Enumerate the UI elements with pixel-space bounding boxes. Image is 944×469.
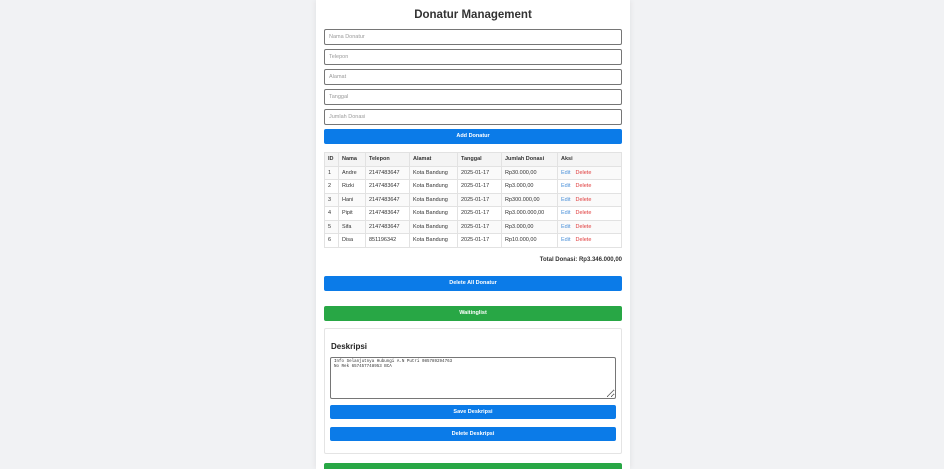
deskripsi-panel: Deskripsi Info Selanjutnya Hubungi A.N P… xyxy=(324,328,622,454)
cell-telepon: 2147483647 xyxy=(365,206,410,221)
table-row: 3 Hani 2147483647 Kota Bandung 2025-01-1… xyxy=(324,192,622,207)
header-id: ID xyxy=(324,152,339,167)
cell-jumlah: Rp10.000,00 xyxy=(501,233,558,248)
cell-jumlah: Rp30.000,00 xyxy=(501,165,558,180)
waitinglist-button[interactable]: Waitinglist xyxy=(324,306,622,321)
total-donasi: Total Donasi: Rp3.346.000,00 xyxy=(539,257,622,263)
cell-nama: Rizki xyxy=(338,179,366,194)
table-row: 4 Pipit 2147483647 Kota Bandung 2025-01-… xyxy=(324,206,622,221)
delete-link[interactable]: Delete xyxy=(575,197,591,203)
cell-id: 2 xyxy=(324,179,339,194)
table-row: 2 Rizki 2147483647 Kota Bandung 2025-01-… xyxy=(324,179,622,194)
header-alamat: Alamat xyxy=(409,152,458,167)
page-title: Donatur Management xyxy=(414,9,532,21)
cell-tanggal: 2025-01-17 xyxy=(457,165,502,180)
cell-aksi: Edit Delete xyxy=(557,179,622,194)
cell-tanggal: 2025-01-17 xyxy=(457,219,502,234)
cell-tanggal: 2025-01-17 xyxy=(457,192,502,207)
cell-alamat: Kota Bandung xyxy=(409,233,458,248)
edit-link[interactable]: Edit xyxy=(561,237,570,243)
header-nama: Nama xyxy=(338,152,366,167)
header-jumlah-donasi: Jumlah Donasi xyxy=(501,152,558,167)
deskripsi-title: Deskripsi xyxy=(331,342,368,351)
cell-nama: Hani xyxy=(338,192,366,207)
cell-telepon: 2147483647 xyxy=(365,192,410,207)
delete-link[interactable]: Delete xyxy=(575,210,591,216)
donatur-table: ID Nama Telepon Alamat Tanggal Jumlah Do… xyxy=(324,152,622,248)
tanggal-input[interactable] xyxy=(324,89,622,105)
donatur-card: Donatur Management Add Donatur ID Nama T… xyxy=(316,0,630,469)
cell-aksi: Edit Delete xyxy=(557,219,622,234)
cell-id: 3 xyxy=(324,192,339,207)
cell-nama: Andre xyxy=(338,165,366,180)
cell-jumlah: Rp300.000,00 xyxy=(501,192,558,207)
delete-link[interactable]: Delete xyxy=(575,237,591,243)
cell-jumlah: Rp3.000,00 xyxy=(501,179,558,194)
cell-alamat: Kota Bandung xyxy=(409,179,458,194)
cell-aksi: Edit Delete xyxy=(557,233,622,248)
save-deskripsi-button[interactable]: Save Deskripsi xyxy=(330,405,616,419)
nama-donatur-input[interactable] xyxy=(324,29,622,45)
cell-jumlah: Rp3.000,00 xyxy=(501,219,558,234)
bottom-green-button[interactable] xyxy=(324,463,622,469)
cell-alamat: Kota Bandung xyxy=(409,206,458,221)
telepon-input[interactable] xyxy=(324,49,622,65)
cell-telepon: 851196342 xyxy=(365,233,410,248)
table-row: 1 Andre 2147483647 Kota Bandung 2025-01-… xyxy=(324,165,622,180)
cell-nama: Pipit xyxy=(338,206,366,221)
cell-telepon: 2147483647 xyxy=(365,165,410,180)
cell-telepon: 2147483647 xyxy=(365,179,410,194)
cell-id: 5 xyxy=(324,219,339,234)
delete-deskripsi-button[interactable]: Delete Deskripsi xyxy=(330,427,616,441)
delete-all-donatur-button[interactable]: Delete All Donatur xyxy=(324,276,622,291)
cell-alamat: Kota Bandung xyxy=(409,219,458,234)
cell-alamat: Kota Bandung xyxy=(409,192,458,207)
cell-tanggal: 2025-01-17 xyxy=(457,179,502,194)
cell-jumlah: Rp3.000.000,00 xyxy=(501,206,558,221)
table-row: 5 Sifa 2147483647 Kota Bandung 2025-01-1… xyxy=(324,219,622,234)
header-aksi: Aksi xyxy=(557,152,622,167)
cell-id: 4 xyxy=(324,206,339,221)
header-tanggal: Tanggal xyxy=(457,152,502,167)
jumlah-donasi-input[interactable] xyxy=(324,109,622,125)
cell-nama: Sifa xyxy=(338,219,366,234)
header-telepon: Telepon xyxy=(365,152,410,167)
cell-telepon: 2147483647 xyxy=(365,219,410,234)
table-header-row: ID Nama Telepon Alamat Tanggal Jumlah Do… xyxy=(324,152,622,167)
deskripsi-textarea[interactable]: Info Selanjutnya Hubungi A.N Putri 08578… xyxy=(330,357,616,399)
cell-id: 6 xyxy=(324,233,339,248)
cell-tanggal: 2025-01-17 xyxy=(457,233,502,248)
cell-aksi: Edit Delete xyxy=(557,165,622,180)
delete-link[interactable]: Delete xyxy=(575,183,591,189)
add-donatur-button[interactable]: Add Donatur xyxy=(324,129,622,144)
edit-link[interactable]: Edit xyxy=(561,210,570,216)
delete-link[interactable]: Delete xyxy=(575,224,591,230)
delete-link[interactable]: Delete xyxy=(575,170,591,176)
cell-tanggal: 2025-01-17 xyxy=(457,206,502,221)
cell-id: 1 xyxy=(324,165,339,180)
cell-aksi: Edit Delete xyxy=(557,192,622,207)
table-row: 6 Disa 851196342 Kota Bandung 2025-01-17… xyxy=(324,233,622,248)
alamat-input[interactable] xyxy=(324,69,622,85)
edit-link[interactable]: Edit xyxy=(561,224,570,230)
edit-link[interactable]: Edit xyxy=(561,197,570,203)
cell-aksi: Edit Delete xyxy=(557,206,622,221)
edit-link[interactable]: Edit xyxy=(561,170,570,176)
edit-link[interactable]: Edit xyxy=(561,183,570,189)
cell-alamat: Kota Bandung xyxy=(409,165,458,180)
cell-nama: Disa xyxy=(338,233,366,248)
